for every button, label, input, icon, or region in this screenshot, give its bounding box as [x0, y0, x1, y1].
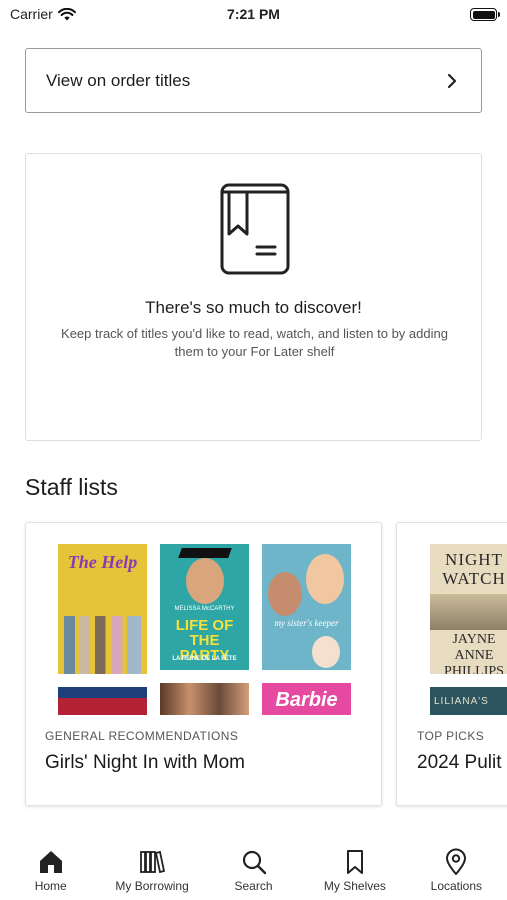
- tab-search[interactable]: Search: [203, 830, 304, 900]
- book-cover: [58, 687, 147, 715]
- list-title: 2024 Pulit: [417, 752, 502, 773]
- bottom-tab-bar: Home My Borrowing Search My Shelves Loca…: [0, 830, 507, 900]
- cover-face: [312, 636, 340, 668]
- cover-subtitle: LA REINE DE LA FÊTE: [172, 656, 237, 662]
- for-later-empty-card: There's so much to discover! Keep track …: [25, 153, 482, 441]
- empty-state-title: There's so much to discover!: [145, 298, 362, 317]
- tab-label: My Borrowing: [115, 879, 189, 893]
- cover-title: The Help: [67, 552, 138, 572]
- list-category: GENERAL RECOMMENDATIONS: [45, 729, 239, 743]
- staff-list-card[interactable]: The Help MELISSA McCARTHY LIFE OF THE PA…: [25, 522, 382, 806]
- book-cover: [160, 683, 249, 715]
- book-cover: Barbie: [262, 683, 351, 715]
- cover-figures: [64, 616, 141, 674]
- tab-label: Home: [34, 879, 67, 893]
- cover-author: JAYNE ANNE PHILLIPS: [444, 632, 504, 674]
- cover-title: LILIANA'S: [434, 696, 489, 707]
- cover-top-line: MELISSA McCARTHY: [174, 606, 235, 612]
- tab-label: Search: [234, 879, 273, 893]
- cover-illustration: [430, 594, 507, 630]
- book-cover: MELISSA McCARTHY LIFE OF THE PARTY LA RE…: [160, 544, 249, 670]
- tab-label: My Shelves: [323, 879, 386, 893]
- tab-locations[interactable]: Locations: [406, 830, 507, 900]
- cover-face: [268, 572, 302, 616]
- book-cover: LILIANA'S: [430, 687, 507, 715]
- battery-icon: [470, 8, 500, 21]
- view-on-order-button[interactable]: View on order titles: [25, 48, 482, 113]
- cover-title: Barbie: [275, 689, 338, 711]
- tab-home[interactable]: Home: [0, 830, 101, 900]
- tab-label: Locations: [430, 879, 483, 893]
- book-cover: NIGHT WATCH JAYNE ANNE PHILLIPS: [430, 544, 507, 674]
- tab-my-shelves[interactable]: My Shelves: [304, 830, 405, 900]
- chevron-right-icon: [447, 73, 457, 88]
- cover-hat: [178, 548, 232, 558]
- location-pin-icon: [446, 848, 467, 875]
- bookmark-icon: [346, 850, 363, 874]
- cover-title: NIGHT WATCH: [442, 550, 506, 588]
- status-bar: Carrier 7:21 PM: [0, 0, 507, 30]
- cover-title: my sister's keeper: [274, 618, 339, 628]
- view-on-order-label: View on order titles: [46, 70, 191, 90]
- cover-face: [306, 554, 344, 604]
- cover-face: [186, 558, 224, 604]
- tab-my-borrowing[interactable]: My Borrowing: [101, 830, 202, 900]
- book-cover: my sister's keeper: [262, 544, 351, 670]
- book-icon: [220, 183, 290, 275]
- clock: 7:21 PM: [227, 6, 280, 22]
- staff-lists-heading: Staff lists: [25, 474, 118, 500]
- search-icon: [242, 850, 266, 875]
- book-cover: The Help: [58, 544, 147, 674]
- books-icon: [140, 850, 166, 874]
- empty-state-message: Keep track of titles you'd like to read,…: [61, 326, 448, 359]
- home-icon: [39, 851, 62, 873]
- list-category: TOP PICKS: [417, 729, 485, 743]
- list-title: Girls' Night In with Mom: [45, 752, 246, 773]
- staff-list-card[interactable]: NIGHT WATCH JAYNE ANNE PHILLIPS LILIANA'…: [396, 522, 507, 806]
